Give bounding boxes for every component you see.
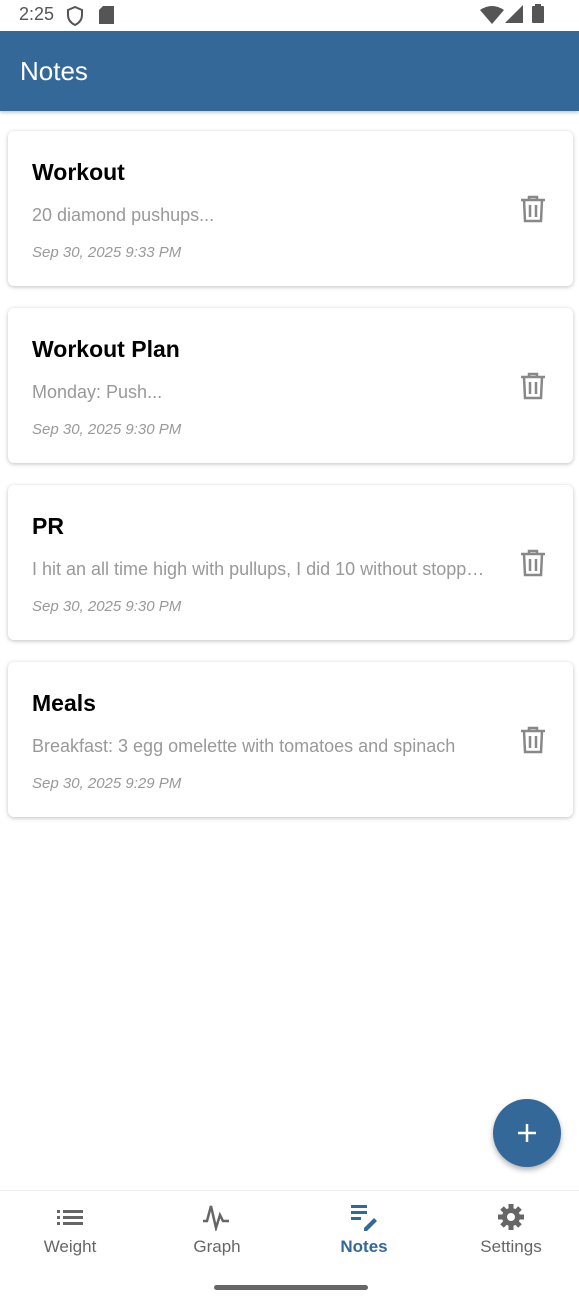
nav-weight-label: Weight bbox=[43, 1237, 97, 1256]
note-preview: 20 diamond pushups... bbox=[32, 205, 215, 225]
nav-notes[interactable]: Notes bbox=[304, 1203, 424, 1257]
note-title: PR bbox=[32, 513, 64, 539]
plus-icon bbox=[518, 1124, 536, 1142]
note-card[interactable]: Workout 20 diamond pushups... Sep 30, 20… bbox=[8, 131, 573, 286]
note-preview: Monday: Push... bbox=[32, 382, 163, 402]
note-card[interactable]: Meals Breakfast: 3 egg omelette with tom… bbox=[8, 662, 573, 817]
wifi-icon bbox=[480, 6, 504, 24]
status-bar: 2:25 bbox=[0, 0, 579, 31]
status-time: 2:25 bbox=[19, 4, 55, 24]
note-card[interactable]: Workout Plan Monday: Push... Sep 30, 202… bbox=[8, 308, 573, 463]
note-date: Sep 30, 2025 9:30 PM bbox=[32, 598, 182, 615]
battery-icon bbox=[532, 4, 544, 23]
nav-settings[interactable]: Settings bbox=[451, 1203, 571, 1257]
gesture-handle[interactable] bbox=[214, 1285, 368, 1290]
edit-note-icon bbox=[351, 1205, 377, 1231]
note-title: Workout bbox=[32, 159, 125, 185]
nav-settings-label: Settings bbox=[480, 1237, 542, 1256]
note-title: Workout Plan bbox=[32, 336, 180, 362]
note-preview: Breakfast: 3 egg omelette with tomatoes … bbox=[32, 736, 456, 756]
nav-graph[interactable]: Graph bbox=[157, 1203, 277, 1257]
note-date: Sep 30, 2025 9:30 PM bbox=[32, 421, 182, 438]
bottom-nav: Weight Graph Notes Settings bbox=[0, 1190, 579, 1297]
delete-icon[interactable] bbox=[520, 195, 546, 223]
note-card[interactable]: PR I hit an all time high with pullups, … bbox=[8, 485, 573, 640]
note-date: Sep 30, 2025 9:33 PM bbox=[32, 244, 182, 261]
pulse-graph-icon bbox=[203, 1205, 229, 1231]
note-date: Sep 30, 2025 9:29 PM bbox=[32, 775, 182, 792]
page-title: Notes bbox=[20, 56, 88, 86]
shield-icon bbox=[67, 6, 83, 26]
list-icon bbox=[57, 1210, 83, 1225]
signal-icon bbox=[505, 5, 523, 23]
nav-weight[interactable]: Weight bbox=[10, 1203, 130, 1257]
gear-icon bbox=[498, 1204, 524, 1230]
delete-icon[interactable] bbox=[520, 372, 546, 400]
nav-graph-label: Graph bbox=[193, 1237, 241, 1256]
delete-icon[interactable] bbox=[520, 549, 546, 577]
sd-card-icon bbox=[99, 6, 114, 24]
nav-notes-label: Notes bbox=[340, 1237, 388, 1256]
app-bar: Notes bbox=[0, 31, 579, 111]
delete-icon[interactable] bbox=[520, 726, 546, 754]
note-preview: I hit an all time high with pullups, I d… bbox=[32, 559, 488, 579]
note-title: Meals bbox=[32, 690, 96, 716]
add-note-button[interactable] bbox=[493, 1099, 561, 1167]
